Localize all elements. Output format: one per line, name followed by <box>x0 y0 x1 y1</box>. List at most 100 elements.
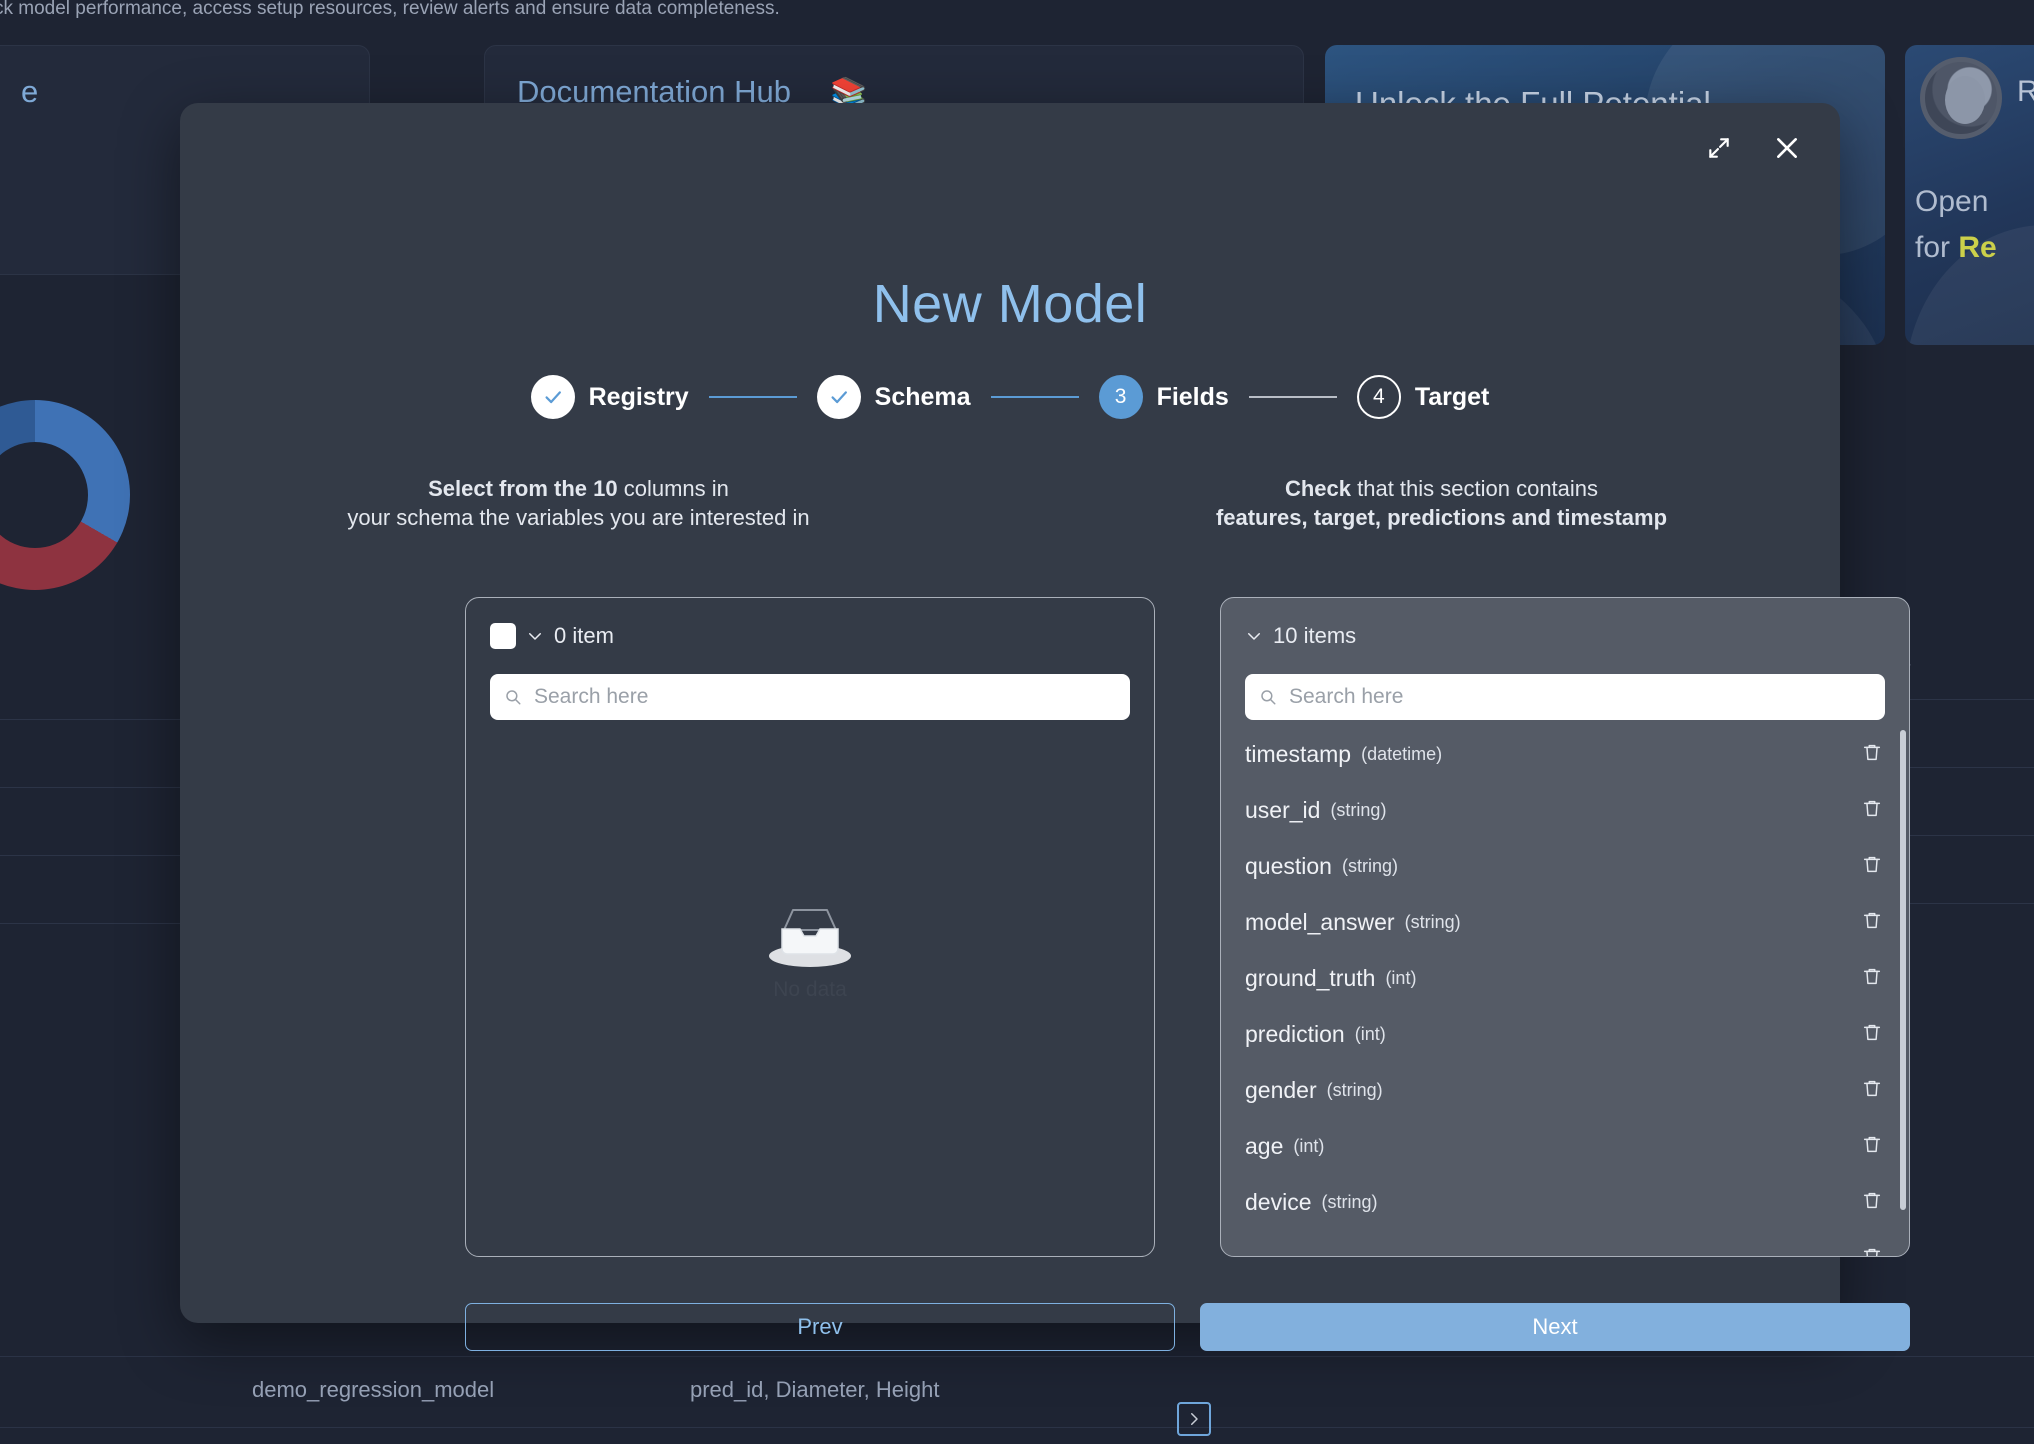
delete-icon[interactable] <box>1861 1021 1883 1048</box>
instruction-right-line1: Check that this section contains <box>1043 475 1840 504</box>
empty-state-label: No data <box>773 978 847 1001</box>
select-all-checkbox[interactable] <box>490 623 516 649</box>
close-icon[interactable] <box>1770 131 1804 165</box>
delete-icon[interactable] <box>1861 741 1883 768</box>
list-item[interactable]: question (string) <box>1221 838 1909 894</box>
field-type: (int) <box>1354 1023 1386 1044</box>
table-row[interactable]: model <box>0 788 180 856</box>
background-table-left: el model model <box>0 660 180 924</box>
field-name: timestamp <box>1245 740 1352 767</box>
empty-state: No data <box>466 898 1154 1002</box>
promo2-line1: Ra <box>2017 75 2034 108</box>
field-name: device <box>1245 1188 1312 1215</box>
new-model-dialog: New Model Registry Schema 3 Fields 4 Tar… <box>180 103 1910 1436</box>
table-row[interactable]: model <box>0 856 180 924</box>
prev-button[interactable]: Prev <box>465 1303 1175 1351</box>
available-columns-count: 0 item <box>554 623 614 648</box>
chevron-down-icon[interactable] <box>1245 627 1263 645</box>
step-target-label: Target <box>1414 382 1490 411</box>
step-target-circle: 4 <box>1356 375 1401 419</box>
list-item[interactable]: user_id (string) <box>1221 782 1909 838</box>
field-type: (int) <box>1385 967 1417 988</box>
field-name: prediction <box>1245 1020 1345 1047</box>
expand-icon[interactable] <box>1702 131 1736 165</box>
list-item[interactable]: model_answer (string) <box>1221 894 1909 950</box>
field-type: (string) <box>1341 855 1398 876</box>
delete-icon[interactable] <box>1861 909 1883 936</box>
field-name: ground_truth <box>1245 964 1376 991</box>
list-item[interactable]: age (int) <box>1221 1118 1909 1174</box>
delete-icon[interactable] <box>1861 1245 1883 1256</box>
instruction-left: Select from the 10 columns in your schem… <box>180 475 1017 532</box>
field-type: (string) <box>1330 799 1387 820</box>
step-schema-label: Schema <box>874 382 971 411</box>
available-columns-search[interactable] <box>490 674 1130 720</box>
step-schema[interactable]: Schema <box>816 375 971 419</box>
list-item[interactable]: timestamp (datetime) <box>1221 726 1909 782</box>
step-fields-label: Fields <box>1156 382 1229 411</box>
instruction-left-line1: Select from the 10 columns in <box>180 475 977 504</box>
delete-icon[interactable] <box>1861 853 1883 880</box>
model-columns-cell: pred_id, Diameter, Height <box>690 1377 940 1402</box>
field-name: age <box>1245 1132 1284 1159</box>
step-connector-3 <box>1248 396 1337 398</box>
donut-chart <box>0 400 130 590</box>
page-title: New Model <box>872 274 1148 334</box>
promo2-line3: for Re <box>1915 231 1997 265</box>
promo2-line2: Open <box>1915 185 1989 218</box>
search-icon <box>1261 690 1276 705</box>
field-name: gender <box>1245 1076 1317 1103</box>
instruction-right: Check that this section contains feature… <box>1017 475 1840 532</box>
selected-fields-panel: 10 items timestamp (datetime) user_id (s… <box>1220 597 1910 1257</box>
field-name: question <box>1245 852 1332 879</box>
instruction-left-line1-bold: Select from the 10 <box>428 476 618 501</box>
field-type: (string) <box>1404 911 1461 932</box>
field-type: (string) <box>1321 1191 1378 1212</box>
search-icon <box>506 690 521 705</box>
empty-inbox-icon <box>769 909 851 967</box>
next-button[interactable]: Next <box>1200 1303 1910 1351</box>
step-schema-circle <box>816 375 861 419</box>
list-item[interactable]: prediction (int) <box>1221 1006 1909 1062</box>
instruction-right-line2-bold: features, target, predictions and timest… <box>1215 504 1668 530</box>
selected-fields-header: 10 items <box>1221 598 1909 674</box>
instruction-left-line2: your schema the variables you are intere… <box>347 504 810 530</box>
search-input[interactable] <box>1287 684 1871 710</box>
promo2-line3-pre: for <box>1915 231 1959 264</box>
delete-icon[interactable] <box>1861 1133 1883 1160</box>
list-item[interactable] <box>1221 1230 1909 1256</box>
step-registry-circle <box>530 375 575 419</box>
selected-fields-list: timestamp (datetime) user_id (string) qu… <box>1221 726 1909 1256</box>
list-item[interactable]: ground_truth (int) <box>1221 950 1909 1006</box>
search-input[interactable] <box>532 684 1116 710</box>
move-right-button[interactable] <box>1177 1402 1211 1436</box>
delete-icon[interactable] <box>1861 797 1883 824</box>
model-name-cell: demo_regression_model <box>252 1377 495 1402</box>
delete-icon[interactable] <box>1861 1189 1883 1216</box>
list-item[interactable]: device (string) <box>1221 1174 1909 1230</box>
step-target[interactable]: 4 Target <box>1356 375 1490 419</box>
step-registry-label: Registry <box>588 382 689 411</box>
chevron-down-icon[interactable] <box>526 627 544 645</box>
field-name: model_answer <box>1245 908 1395 935</box>
step-registry[interactable]: Registry <box>530 375 689 419</box>
scrollbar[interactable] <box>1900 730 1906 1210</box>
table-row[interactable]: el <box>0 720 180 788</box>
background-table-left-header <box>0 660 180 720</box>
dialog-window-controls <box>1702 131 1804 165</box>
delete-icon[interactable] <box>1861 1077 1883 1104</box>
delete-icon[interactable] <box>1861 965 1883 992</box>
promo-banner-radar[interactable]: Ra Open for Re <box>1905 45 2034 345</box>
available-columns-header: 0 item <box>466 598 1154 674</box>
instruction-right-line2: features, target, predictions and timest… <box>1043 504 1840 533</box>
wizard-stepper: Registry Schema 3 Fields 4 Target <box>180 375 1840 419</box>
instructions: Select from the 10 columns in your schem… <box>180 475 1840 532</box>
step-fields[interactable]: 3 Fields <box>1098 375 1229 419</box>
selected-fields-count: 10 items <box>1273 623 1357 648</box>
field-name: user_id <box>1245 796 1321 823</box>
selected-fields-search[interactable] <box>1245 674 1885 720</box>
background-table-bottom-row[interactable]: demo_regression_model pred_id, Diameter,… <box>0 1356 2034 1428</box>
field-type: (string) <box>1326 1079 1383 1100</box>
list-item[interactable]: gender (string) <box>1221 1062 1909 1118</box>
field-type: (datetime) <box>1361 743 1443 764</box>
